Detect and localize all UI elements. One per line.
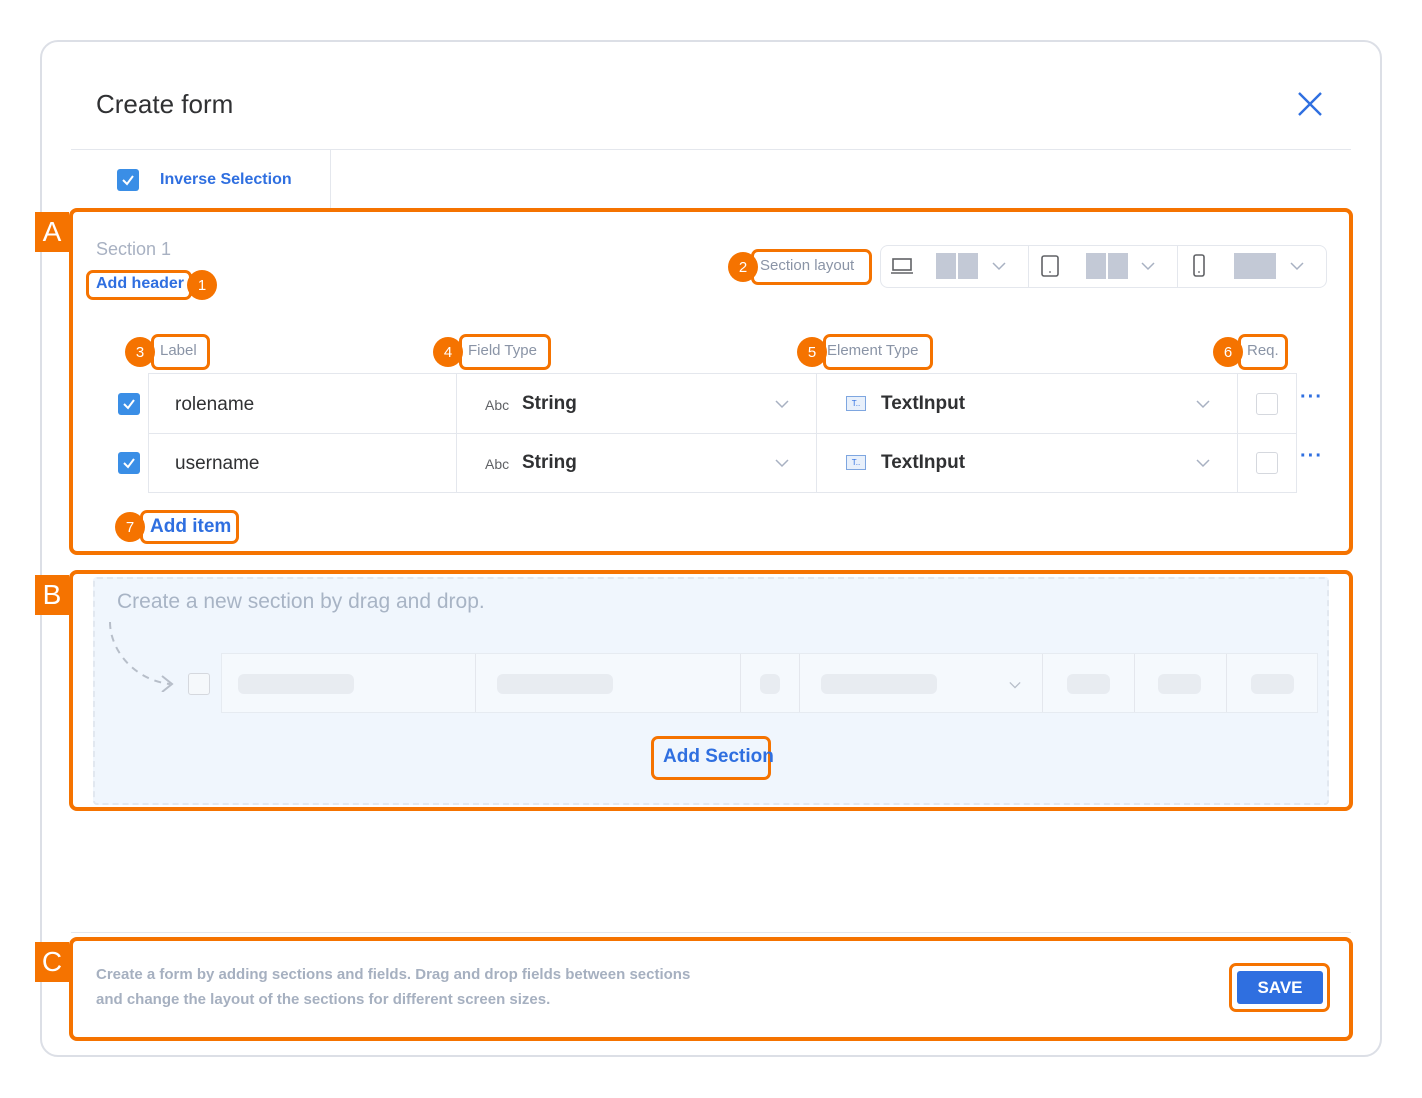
field-type-dropdown[interactable]: String: [522, 393, 577, 415]
placeholder-bar: [760, 674, 780, 694]
dialog-title: Create form: [96, 89, 234, 119]
header-divider: [71, 149, 1351, 150]
text-input-icon: T..: [846, 455, 866, 470]
table-border-mid: [148, 433, 1297, 434]
field-type-dropdown[interactable]: String: [522, 452, 577, 474]
more-options-icon[interactable]: ···: [1300, 445, 1323, 468]
annotation-letter-a: A: [35, 212, 69, 252]
label-field[interactable]: rolename: [175, 394, 254, 416]
chevron-down-icon[interactable]: [775, 399, 789, 409]
annotation-letter-c: C: [35, 942, 69, 982]
tablet-layout-dropdown[interactable]: [1082, 250, 1162, 282]
help-text-line-1: Create a form by adding sections and fie…: [96, 966, 691, 983]
placeholder-divider: [475, 654, 476, 712]
table-col-divider: [456, 373, 457, 493]
placeholder-divider: [740, 654, 741, 712]
chevron-down-icon[interactable]: [1196, 458, 1210, 468]
element-type-dropdown[interactable]: TextInput: [881, 452, 965, 474]
footer-divider: [71, 932, 1351, 933]
desktop-layout-dropdown[interactable]: [932, 250, 1012, 282]
more-options-icon[interactable]: ···: [1300, 386, 1323, 409]
table-border-left: [148, 373, 149, 493]
chevron-down-icon[interactable]: [1196, 399, 1210, 409]
table-col-divider: [1237, 373, 1238, 493]
placeholder-bar: [238, 674, 354, 694]
row-select-checkbox[interactable]: [118, 393, 140, 415]
string-type-icon: Abc: [485, 456, 510, 472]
inverse-selection-checkbox[interactable]: [117, 169, 139, 191]
add-section-button[interactable]: Add Section: [663, 746, 774, 768]
row-select-checkbox[interactable]: [118, 452, 140, 474]
column-header-label: Label: [160, 342, 197, 359]
help-text-line-2: and change the layout of the sections fo…: [96, 991, 551, 1008]
add-item-link[interactable]: Add item: [150, 516, 231, 538]
table-border-top: [148, 373, 1297, 374]
text-input-icon: T..: [846, 396, 866, 411]
save-button[interactable]: SAVE: [1237, 971, 1323, 1004]
annotation-badge-1: 1: [187, 270, 217, 300]
required-checkbox[interactable]: [1256, 452, 1278, 474]
layout-divider: [1028, 246, 1029, 288]
placeholder-divider: [1042, 654, 1043, 712]
drop-hint-text: Create a new section by drag and drop.: [117, 590, 485, 613]
required-checkbox[interactable]: [1256, 393, 1278, 415]
drag-arrow-icon: [109, 621, 174, 692]
string-type-icon: Abc: [485, 397, 510, 413]
chevron-down-icon[interactable]: [775, 458, 789, 468]
chevron-down-icon: [992, 262, 1006, 271]
chevron-down-icon: [1141, 262, 1155, 271]
column-header-field-type: Field Type: [468, 342, 537, 359]
inverse-selection-label[interactable]: Inverse Selection: [160, 171, 292, 189]
table-border-bottom: [148, 492, 1297, 493]
element-type-dropdown[interactable]: TextInput: [881, 393, 965, 415]
tablet-icon: [1041, 255, 1059, 277]
placeholder-bar: [497, 674, 613, 694]
annotation-box-footer: [69, 937, 1353, 1041]
placeholder-divider: [799, 654, 800, 712]
placeholder-divider: [1134, 654, 1135, 712]
layout-divider: [1177, 246, 1178, 288]
phone-icon: [1193, 254, 1205, 277]
table-col-divider: [816, 373, 817, 493]
column-header-element-type: Element Type: [827, 342, 919, 359]
chevron-down-icon: [1009, 681, 1021, 689]
section-title: Section 1: [96, 239, 172, 259]
annotation-letter-b: B: [35, 575, 69, 615]
laptop-icon: [891, 258, 913, 274]
toolbar-divider: [330, 150, 331, 208]
add-header-link[interactable]: Add header: [96, 275, 184, 293]
placeholder-bar: [1251, 674, 1294, 694]
chevron-down-icon: [1290, 262, 1304, 271]
label-field[interactable]: username: [175, 453, 260, 475]
column-header-req: Req.: [1247, 342, 1279, 359]
section-layout-label: Section layout: [760, 257, 855, 274]
placeholder-bar: [1067, 674, 1110, 694]
placeholder-checkbox: [188, 673, 210, 695]
placeholder-divider: [1226, 654, 1227, 712]
close-icon[interactable]: [1296, 90, 1324, 118]
placeholder-bar: [1158, 674, 1201, 694]
table-border-right: [1296, 373, 1297, 493]
placeholder-bar: [821, 674, 937, 694]
phone-layout-dropdown[interactable]: [1230, 250, 1315, 282]
